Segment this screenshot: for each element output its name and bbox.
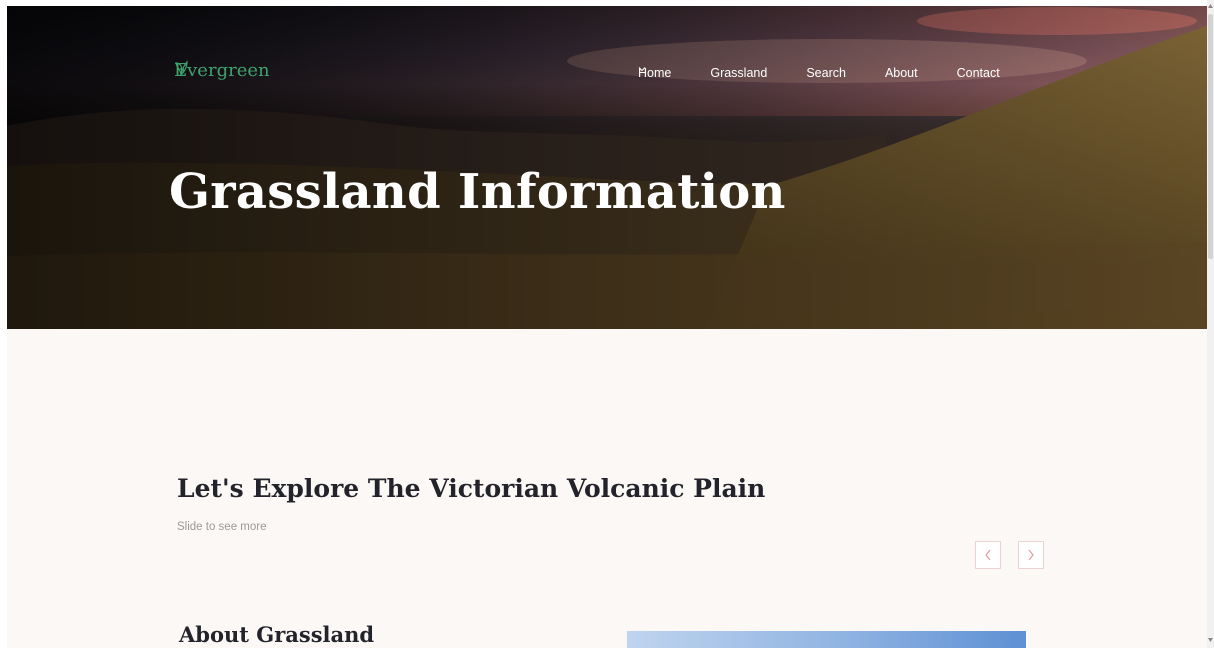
hero-title: Grassland Information (169, 164, 786, 220)
scrollbar-thumb[interactable] (1208, 14, 1213, 259)
slider-next-button[interactable] (1018, 541, 1044, 569)
about-title: About Grassland (179, 622, 375, 647)
nav-item-grassland[interactable]: Grassland (710, 66, 767, 80)
leaf-icon (175, 60, 188, 76)
hero-banner: Evergreen Home Grassland Search About Co… (7, 6, 1207, 329)
scroll-up-icon[interactable] (1207, 2, 1214, 10)
chevron-down-icon (638, 67, 646, 72)
chevron-right-icon (1028, 549, 1034, 561)
nav-item-contact[interactable]: Contact (957, 66, 1000, 80)
nav-item-about[interactable]: About (885, 66, 918, 80)
brand-logo[interactable]: Evergreen (174, 60, 270, 81)
page: Evergreen Home Grassland Search About Co… (7, 6, 1207, 648)
explore-subtitle: Slide to see more (177, 521, 267, 533)
slider-prev-button[interactable] (975, 541, 1001, 569)
nav-label: Grassland (710, 66, 768, 80)
scroll-down-icon[interactable] (1207, 636, 1214, 644)
nav-item-search[interactable]: Search (638, 66, 846, 80)
nav-label: Search (806, 66, 846, 80)
nav-label: About (884, 66, 918, 80)
page-scrollbar[interactable] (1207, 0, 1214, 648)
brand-name: Evergreen (174, 60, 270, 81)
main-nav: Home Grassland Search About Contact (638, 66, 1000, 80)
nav-label: Contact (956, 66, 1000, 80)
explore-title: Let's Explore The Victorian Volcanic Pla… (177, 474, 766, 503)
about-image (627, 631, 1026, 648)
chevron-left-icon (985, 549, 991, 561)
